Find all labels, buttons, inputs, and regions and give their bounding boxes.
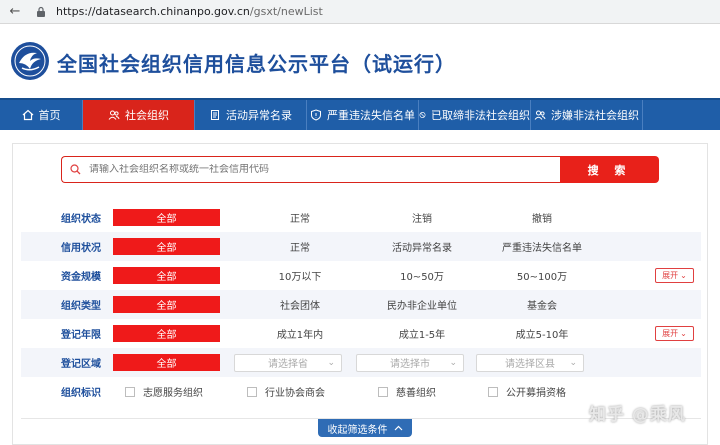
checkbox-volunteer[interactable]: 志愿服务组织	[125, 384, 203, 399]
filter-area: 组织状态 全部 正常 注销 撤销 信用状况 全部 正常 活动异常名录 严重违法失…	[21, 203, 701, 406]
chevron-down-icon: ⌄	[327, 357, 335, 368]
filter-option[interactable]: 成立1-5年	[399, 326, 445, 341]
nav-item-label: 已取缔非法社会组织	[431, 109, 530, 122]
checkbox-public-fundraising[interactable]: 公开募捐资格	[488, 384, 566, 399]
site-logo[interactable]	[10, 41, 50, 81]
nav-item-label: 涉嫌非法社会组织	[551, 109, 639, 122]
filter-option[interactable]: 10万以下	[279, 268, 322, 283]
nav-item-abnormal-list[interactable]: 活动异常名录	[195, 100, 307, 130]
province-select[interactable]: 请选择省 ⌄	[234, 353, 342, 372]
chevron-up-icon	[394, 425, 402, 431]
nav-item-label: 活动异常名录	[226, 109, 292, 122]
filter-row-years: 登记年限 全部 成立1年内 成立1-5年 成立5-10年 展开 ⌄	[21, 319, 701, 348]
filter-option[interactable]: 活动异常名录	[392, 239, 452, 254]
filter-option[interactable]: 成立5-10年	[516, 326, 569, 341]
chevron-down-icon: ⌄	[449, 357, 457, 368]
nav-item-social-orgs[interactable]: 社会组织	[83, 100, 195, 130]
district-select[interactable]: 请选择区县 ⌄	[476, 353, 584, 372]
nav-item-banned-orgs[interactable]: 已取缔非法社会组织	[419, 100, 531, 130]
checkbox-label: 慈善组织	[396, 388, 436, 399]
checkbox-label: 行业协会商会	[265, 388, 325, 399]
filter-label: 信用状况	[61, 243, 101, 254]
document-icon	[211, 110, 219, 120]
filter-all-button[interactable]: 全部	[113, 296, 220, 313]
chevron-down-icon: ⌄	[680, 329, 687, 338]
chevron-down-icon: ⌄	[680, 271, 687, 280]
checkbox-charity[interactable]: 慈善组织	[378, 384, 436, 399]
checkbox-box[interactable]	[378, 386, 388, 397]
filter-label: 资金规模	[61, 272, 101, 283]
filter-row-status: 组织状态 全部 正常 注销 撤销	[21, 203, 701, 232]
filter-row-credit: 信用状况 全部 正常 活动异常名录 严重违法失信名单	[21, 232, 701, 261]
search-field[interactable]	[61, 156, 560, 183]
filter-option[interactable]: 撤销	[532, 210, 552, 225]
filter-option[interactable]: 50~100万	[517, 268, 567, 283]
filter-label: 登记年限	[61, 330, 101, 341]
checkbox-box[interactable]	[247, 386, 257, 397]
expand-label: 展开	[662, 329, 679, 338]
filter-option[interactable]: 基金会	[527, 297, 557, 312]
people-icon	[534, 110, 546, 120]
select-placeholder: 请选择市	[390, 359, 430, 370]
filter-label: 组织标识	[61, 388, 101, 399]
select-placeholder: 请选择区县	[505, 359, 555, 370]
filter-row-region: 登记区域 全部 请选择省 ⌄ 请选择市 ⌄ 请选择区县 ⌄	[21, 348, 701, 377]
nav-item-label: 社会组织	[125, 109, 169, 122]
search-button[interactable]: 搜 索	[560, 156, 659, 183]
nav-item-suspected-orgs[interactable]: 涉嫌非法社会组织	[531, 100, 643, 130]
filter-all-button[interactable]: 全部	[113, 325, 220, 342]
search-icon	[70, 164, 81, 175]
url-field[interactable]: https://datasearch.chinanpo.gov.cn/gsxt/…	[56, 5, 323, 18]
filter-label: 登记区域	[61, 359, 101, 370]
filter-row-funds: 资金规模 全部 10万以下 10~50万 50~100万 展开 ⌄	[21, 261, 701, 290]
back-arrow-icon[interactable]: ←	[6, 3, 24, 21]
filter-all-button[interactable]: 全部	[113, 267, 220, 284]
expand-button[interactable]: 展开 ⌄	[655, 268, 694, 283]
collapse-label: 收起筛选条件	[327, 424, 388, 436]
filter-option[interactable]: 注销	[412, 210, 432, 225]
shield-icon	[311, 109, 321, 121]
filter-option[interactable]: 严重违法失信名单	[502, 239, 582, 254]
chevron-down-icon: ⌄	[569, 357, 577, 368]
lock-icon	[34, 5, 48, 19]
home-icon	[22, 109, 33, 121]
filter-option[interactable]: 10~50万	[400, 268, 444, 283]
main-nav: 首页 社会组织 活动异常名录 严重违法失信名单 已取缔非法社会组织 涉嫌非法社会…	[0, 98, 720, 130]
filter-option[interactable]: 成立1年内	[277, 326, 323, 341]
filter-all-button[interactable]: 全部	[113, 354, 220, 371]
nav-item-home[interactable]: 首页	[0, 100, 83, 130]
checkbox-box[interactable]	[125, 386, 135, 397]
expand-label: 展开	[662, 271, 679, 280]
collapse-filters-button[interactable]: 收起筛选条件	[318, 419, 412, 437]
filter-all-button[interactable]: 全部	[113, 238, 220, 255]
checkbox-industry-association[interactable]: 行业协会商会	[247, 384, 325, 399]
filter-label: 组织状态	[61, 214, 101, 225]
search-bar: 搜 索	[61, 156, 659, 183]
filter-row-type: 组织类型 全部 社会团体 民办非企业单位 基金会	[21, 290, 701, 319]
filter-option[interactable]: 正常	[290, 239, 310, 254]
ban-icon	[419, 112, 426, 118]
checkbox-label: 公开募捐资格	[506, 388, 566, 399]
nav-item-label: 严重违法失信名单	[327, 109, 415, 122]
site-title: 全国社会组织信用信息公示平台（试运行）	[57, 52, 456, 76]
checkbox-box[interactable]	[488, 386, 498, 397]
select-placeholder: 请选择省	[268, 359, 308, 370]
watermark: 知乎 @乘风	[589, 405, 686, 425]
people-icon	[108, 110, 120, 120]
filter-option[interactable]: 民办非企业单位	[387, 297, 457, 312]
filter-all-button[interactable]: 全部	[113, 209, 220, 226]
nav-item-label: 首页	[38, 109, 61, 122]
filter-label: 组织类型	[61, 301, 101, 312]
filter-option[interactable]: 正常	[290, 210, 310, 225]
city-select[interactable]: 请选择市 ⌄	[356, 353, 464, 372]
filter-option[interactable]: 社会团体	[280, 297, 320, 312]
site-header: 全国社会组织信用信息公示平台（试运行）	[0, 24, 720, 98]
expand-button[interactable]: 展开 ⌄	[655, 326, 694, 341]
browser-address-bar: ← https://datasearch.chinanpo.gov.cn/gsx…	[0, 0, 720, 24]
checkbox-label: 志愿服务组织	[143, 388, 203, 399]
nav-item-dishonest-list[interactable]: 严重违法失信名单	[307, 100, 419, 130]
search-input[interactable]	[89, 164, 509, 175]
